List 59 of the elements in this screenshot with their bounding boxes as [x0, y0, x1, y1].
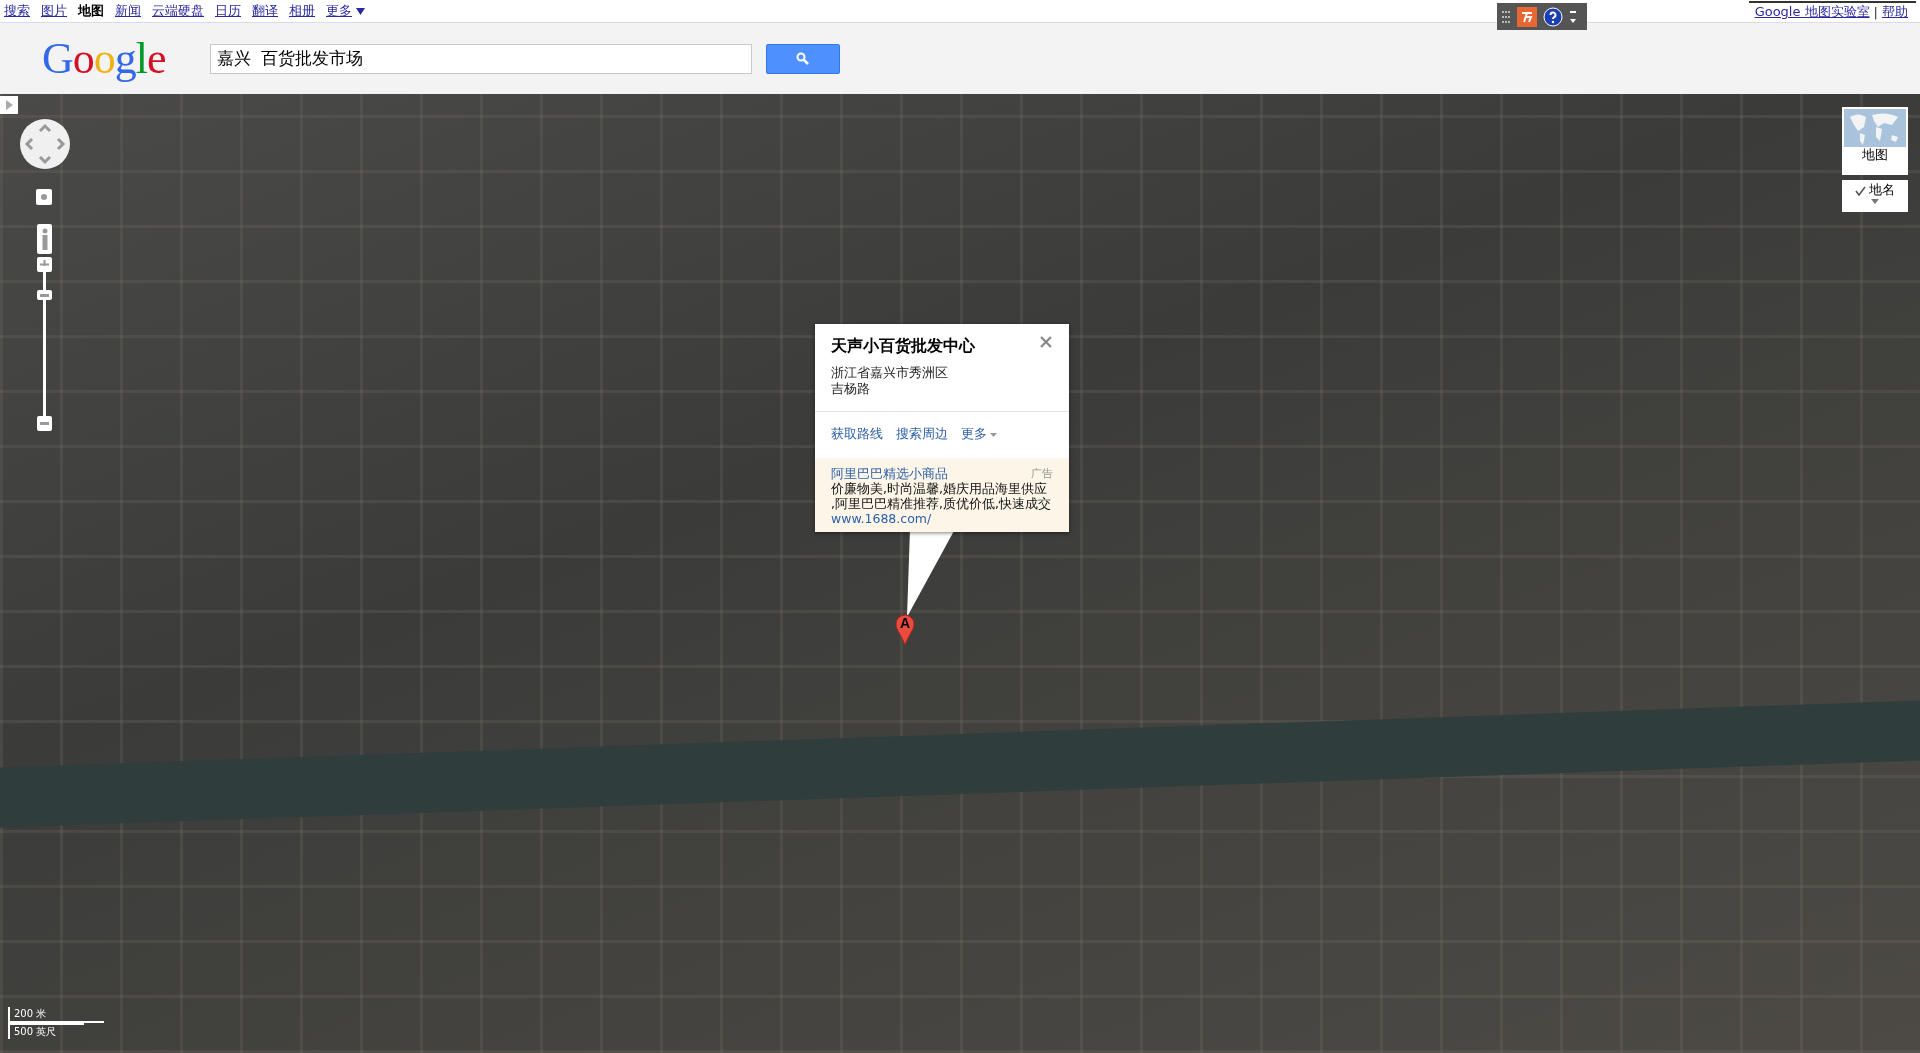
minus-icon	[40, 422, 49, 425]
map-type-button[interactable]: 地图	[1842, 107, 1908, 175]
caret-icon	[1871, 199, 1879, 204]
pegman-button[interactable]	[37, 224, 52, 254]
labels-text: 地名	[1869, 182, 1895, 199]
map-marker[interactable]: A	[895, 614, 915, 646]
nav-link[interactable]: 图片	[41, 2, 67, 20]
close-button[interactable]	[1039, 336, 1053, 350]
google-logo: Google	[42, 33, 166, 84]
help-link[interactable]: 帮助	[1882, 3, 1908, 21]
action-link[interactable]: 搜索周边	[896, 426, 948, 443]
caret-icon	[990, 432, 997, 437]
toolbar-widget[interactable]	[1497, 3, 1587, 30]
scale-label: 200 米	[8, 1007, 104, 1023]
plus-icon	[40, 260, 49, 269]
nav-link[interactable]: 相册	[289, 2, 315, 20]
ad-label: 广告	[1031, 466, 1053, 481]
ad-url-link[interactable]: www.1688.com/	[831, 511, 932, 526]
address-line: 浙江省嘉兴市秀洲区	[831, 365, 949, 381]
app-icon	[1517, 6, 1537, 27]
search-field[interactable]: 嘉兴 百货批发市场	[209, 43, 752, 74]
action-link[interactable]: 获取路线	[831, 426, 883, 443]
place-title: 天声小百货批发中心	[831, 336, 976, 357]
center-button[interactable]	[36, 189, 52, 205]
ad-text: ,阿里巴巴精准推荐,质优价低,快速成交	[831, 496, 1052, 511]
panel-toggle-button[interactable]	[0, 96, 18, 114]
caret-icon	[356, 7, 365, 15]
dropdown-icon	[1569, 8, 1577, 25]
search-button[interactable]	[765, 43, 840, 74]
dot-icon	[41, 194, 47, 200]
grip-icon	[1501, 9, 1511, 24]
ad-text: 价廉物美,时尚温馨,婚庆用品海里供应	[831, 481, 1048, 496]
satellite-map[interactable]: 地图 地名 天声小百货批发中心 浙江省嘉兴市秀洲区 吉杨路 获取路线 搜索周边 更多 阿里巴巴精选小商品 广告 价廉物美,时尚温馨,婚庆用品海里供应 ,阿里巴巴精准推荐,质优价低,快速成交 www.1688.com/ A 200 米 500 英尺	[0, 94, 1920, 1053]
separator: |	[1873, 4, 1878, 20]
zoom-slider-handle[interactable]	[37, 290, 52, 300]
ad-title-link[interactable]: 阿里巴巴精选小商品	[831, 466, 948, 481]
pan-control[interactable]	[20, 119, 70, 169]
person-icon	[40, 228, 49, 250]
nav-link[interactable]: 云端硬盘	[152, 2, 204, 20]
triangle-icon	[5, 100, 13, 110]
minus-icon	[40, 293, 49, 297]
action-link[interactable]: 更多	[961, 426, 997, 443]
map-type-label: 地图	[1862, 147, 1888, 164]
checkmark-icon	[1855, 185, 1866, 196]
labels-toggle[interactable]: 地名	[1842, 180, 1908, 212]
labs-link[interactable]: Google 地图实验室	[1754, 3, 1870, 21]
search-icon	[796, 52, 810, 65]
scale-label: 500 英尺	[8, 1023, 84, 1039]
nav-link[interactable]: 新闻	[115, 2, 141, 20]
nav-link[interactable]: 搜索	[4, 2, 30, 20]
address-line: 吉杨路	[831, 381, 871, 397]
nav-link[interactable]: 日历	[215, 2, 241, 20]
nav-link[interactable]: 地图	[78, 2, 104, 20]
zoom-out-button[interactable]	[37, 416, 52, 431]
nav-link[interactable]: 翻译	[252, 2, 278, 20]
close-icon	[1040, 336, 1052, 348]
nav-link[interactable]: 更多	[326, 2, 352, 20]
help-icon	[1543, 6, 1563, 27]
world-map-icon	[1844, 109, 1906, 147]
